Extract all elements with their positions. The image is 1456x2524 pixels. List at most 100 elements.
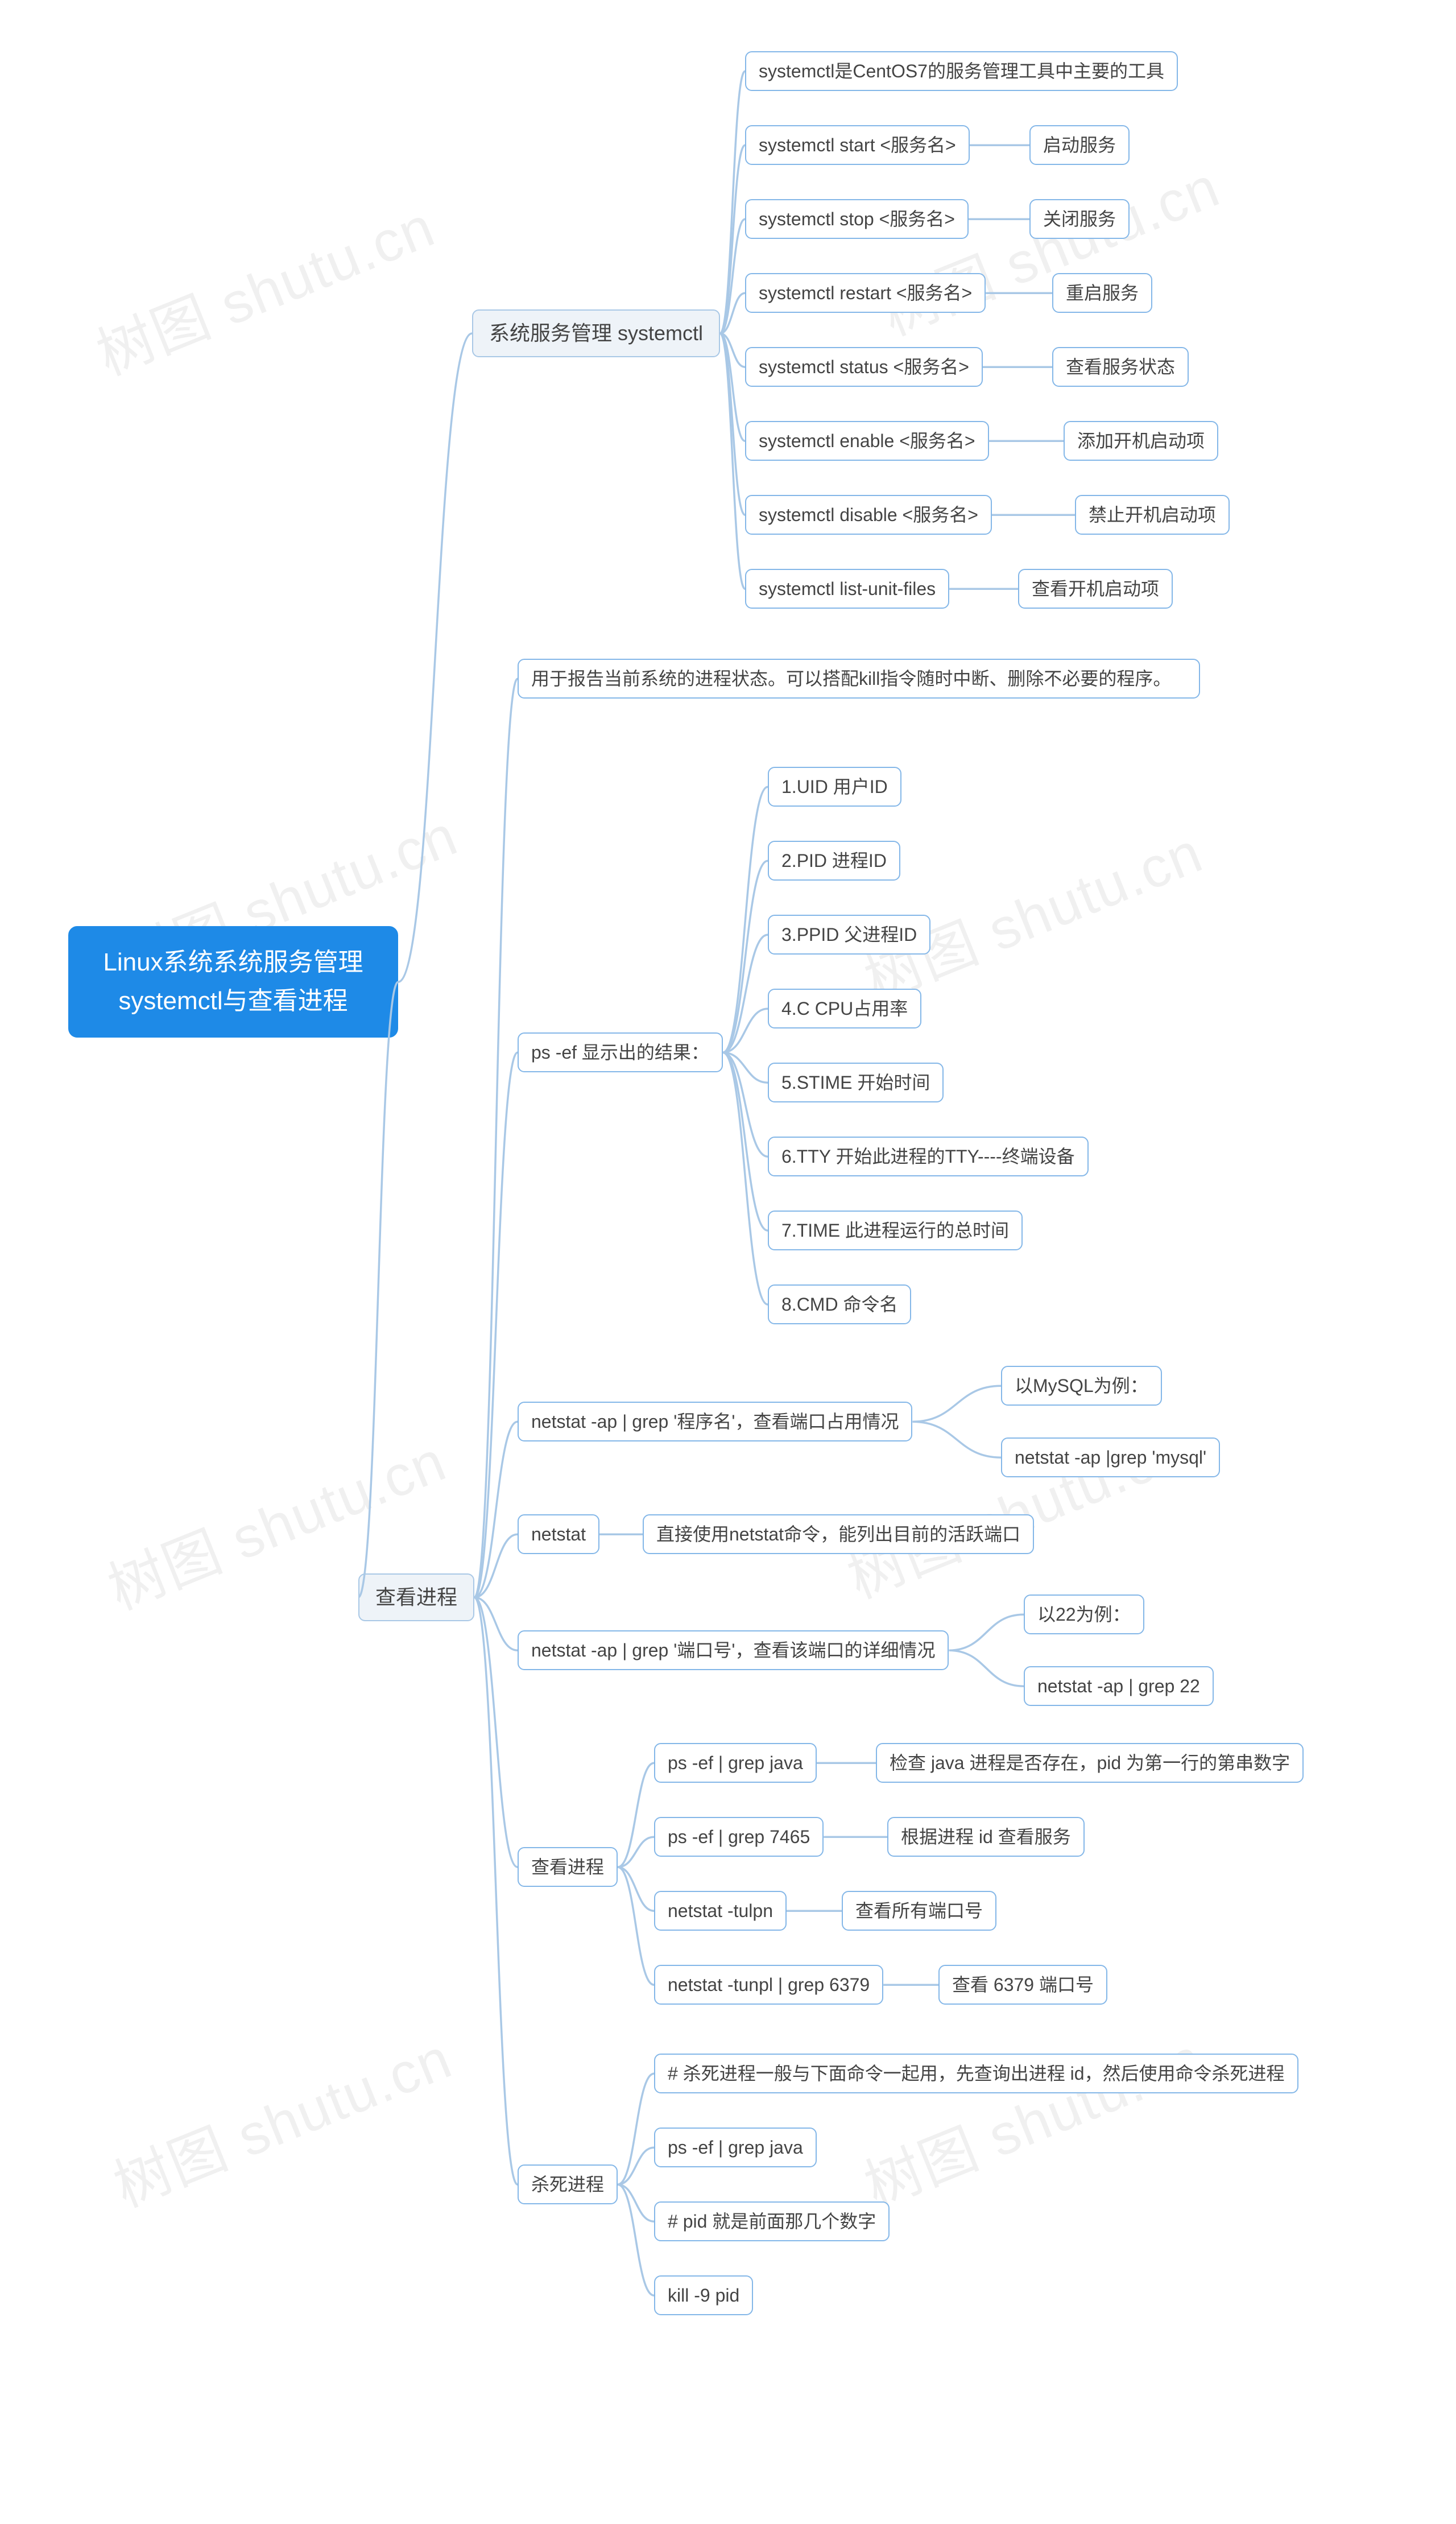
- cmd-label: systemctl restart <服务名>: [759, 280, 972, 306]
- netstat-plain-note: 直接使用netstat命令，能列出目前的活跃端口: [643, 1514, 1034, 1554]
- cmd-label: systemctl stop <服务名>: [759, 206, 955, 232]
- item-label: # 杀死进程一般与下面命令一起用，先查询出进程 id，然后使用命令杀死进程: [668, 2060, 1285, 2087]
- item-label: 检查 java 进程是否存在，pid 为第一行的第串数字: [890, 1750, 1290, 1776]
- item-label: 查看 6379 端口号: [952, 1972, 1094, 1998]
- note-label: 查看服务状态: [1066, 354, 1175, 380]
- item-label: ps -ef | grep 7465: [668, 1824, 810, 1850]
- kp-comment2: # pid 就是前面那几个数字: [654, 2201, 890, 2241]
- cmd-restart: systemctl restart <服务名>: [745, 273, 986, 313]
- note-label: 添加开机启动项: [1077, 428, 1205, 454]
- root-title: Linux系统系统服务管理 systemctl与查看进程: [103, 943, 363, 1021]
- ps-result-pid: 2.PID 进程ID: [768, 841, 900, 881]
- note-stop: 关闭服务: [1029, 199, 1130, 239]
- item-label: netstat -tunpl | grep 6379: [668, 1972, 870, 1998]
- kp-kill: kill -9 pid: [654, 2275, 753, 2315]
- kp-comment1: # 杀死进程一般与下面命令一起用，先查询出进程 id，然后使用命令杀死进程: [654, 2054, 1298, 2093]
- netstat-by-port: netstat -ap | grep '端口号'，查看该端口的详细情况: [518, 1630, 949, 1670]
- vp-tulpn-note: 查看所有端口号: [842, 1891, 996, 1931]
- item-label: 以22为例：: [1037, 1601, 1131, 1627]
- ps-result-tty: 6.TTY 开始此进程的TTY----终端设备: [768, 1137, 1089, 1176]
- view-process-sub: 查看进程: [518, 1847, 618, 1887]
- note-label: 关闭服务: [1043, 206, 1116, 232]
- cmd-listunit: systemctl list-unit-files: [745, 569, 949, 609]
- cmd-label: systemctl disable <服务名>: [759, 502, 978, 528]
- ps-desc: 用于报告当前系统的进程状态。可以搭配kill指令随时中断、删除不必要的程序。: [518, 659, 1200, 699]
- note-enable: 添加开机启动项: [1064, 421, 1218, 461]
- root-node[interactable]: Linux系统系统服务管理 systemctl与查看进程: [68, 926, 398, 1038]
- cmd-label: systemctl list-unit-files: [759, 576, 936, 602]
- netstat-by-name-ex-label: 以MySQL为例：: [1001, 1366, 1162, 1406]
- vp-tulpn-cmd: netstat -tulpn: [654, 1891, 787, 1931]
- branch-systemctl-label: 系统服务管理 systemctl: [489, 319, 703, 348]
- item-label: 8.CMD 命令名: [781, 1291, 897, 1317]
- item-label: netstat: [531, 1521, 586, 1547]
- ps-ef-results-label: ps -ef 显示出的结果：: [531, 1039, 709, 1065]
- item-label: # pid 就是前面那几个数字: [668, 2208, 876, 2234]
- vp-6379-note: 查看 6379 端口号: [938, 1965, 1107, 2005]
- ps-result-cmd: 8.CMD 命令名: [768, 1284, 911, 1324]
- item-label: 查看所有端口号: [855, 1898, 983, 1924]
- ps-result-stime: 5.STIME 开始时间: [768, 1063, 944, 1102]
- cmd-label: systemctl enable <服务名>: [759, 428, 975, 454]
- watermark: 树图 shutu.cn: [851, 2013, 1213, 2223]
- item-label: 查看进程: [531, 1854, 604, 1880]
- cmd-disable: systemctl disable <服务名>: [745, 495, 992, 535]
- systemctl-desc: systemctl是CentOS7的服务管理工具中主要的工具: [745, 51, 1178, 91]
- note-start: 启动服务: [1029, 125, 1130, 165]
- netstat-plain: netstat: [518, 1514, 599, 1554]
- note-label: 禁止开机启动项: [1089, 502, 1216, 528]
- item-label: 5.STIME 开始时间: [781, 1069, 930, 1096]
- vp-6379-cmd: netstat -tunpl | grep 6379: [654, 1965, 883, 2005]
- item-label: netstat -ap |grep 'mysql': [1015, 1444, 1206, 1470]
- ps-result-uid: 1.UID 用户ID: [768, 767, 901, 807]
- kp-grep-java: ps -ef | grep java: [654, 2128, 817, 2167]
- item-label: 1.UID 用户ID: [781, 774, 888, 800]
- note-listunit: 查看开机启动项: [1018, 569, 1173, 609]
- systemctl-desc-text: systemctl是CentOS7的服务管理工具中主要的工具: [759, 58, 1164, 84]
- watermark: 树图 shutu.cn: [851, 807, 1213, 1017]
- item-label: 直接使用netstat命令，能列出目前的活跃端口: [656, 1521, 1020, 1547]
- item-label: 杀死进程: [531, 2171, 604, 2197]
- ps-ef-results: ps -ef 显示出的结果：: [518, 1032, 723, 1072]
- ps-result-ppid: 3.PPID 父进程ID: [768, 915, 930, 955]
- netstat-by-name-label: netstat -ap | grep '程序名'，查看端口占用情况: [531, 1408, 899, 1435]
- ps-desc-text: 用于报告当前系统的进程状态。可以搭配kill指令随时中断、删除不必要的程序。: [531, 666, 1171, 692]
- item-label: ps -ef | grep java: [668, 1750, 803, 1776]
- branch-view-process[interactable]: 查看进程: [358, 1573, 474, 1621]
- item-label: 4.C CPU占用率: [781, 995, 908, 1022]
- note-label: 查看开机启动项: [1032, 576, 1159, 602]
- vp-pid-cmd: ps -ef | grep 7465: [654, 1817, 824, 1857]
- watermark: 树图 shutu.cn: [100, 2013, 462, 2223]
- item-label: kill -9 pid: [668, 2282, 739, 2308]
- netstat-by-name: netstat -ap | grep '程序名'，查看端口占用情况: [518, 1402, 912, 1441]
- branch-view-process-label: 查看进程: [375, 1583, 457, 1612]
- netstat-by-port-ex-cmd: netstat -ap | grep 22: [1024, 1666, 1214, 1706]
- branch-systemctl[interactable]: 系统服务管理 systemctl: [472, 309, 720, 357]
- vp-java-cmd: ps -ef | grep java: [654, 1743, 817, 1783]
- watermark: 树图 shutu.cn: [83, 181, 445, 391]
- note-label: 启动服务: [1043, 132, 1116, 158]
- item-label: 6.TTY 开始此进程的TTY----终端设备: [781, 1143, 1075, 1170]
- cmd-status: systemctl status <服务名>: [745, 347, 983, 387]
- item-label: 3.PPID 父进程ID: [781, 922, 917, 948]
- note-status: 查看服务状态: [1052, 347, 1189, 387]
- item-label: 2.PID 进程ID: [781, 848, 887, 874]
- note-label: 重启服务: [1066, 280, 1139, 306]
- note-restart: 重启服务: [1052, 273, 1152, 313]
- note-disable: 禁止开机启动项: [1075, 495, 1230, 535]
- ps-result-time: 7.TIME 此进程运行的总时间: [768, 1211, 1023, 1250]
- item-label: 根据进程 id 查看服务: [901, 1824, 1071, 1850]
- item-label: 以MySQL为例：: [1015, 1373, 1148, 1399]
- item-label: netstat -tulpn: [668, 1898, 773, 1924]
- cmd-start: systemctl start <服务名>: [745, 125, 970, 165]
- cmd-label: systemctl status <服务名>: [759, 354, 969, 380]
- netstat-by-name-ex-cmd: netstat -ap |grep 'mysql': [1001, 1437, 1220, 1477]
- item-label: ps -ef | grep java: [668, 2134, 803, 2161]
- cmd-enable: systemctl enable <服务名>: [745, 421, 989, 461]
- item-label: netstat -ap | grep '端口号'，查看该端口的详细情况: [531, 1637, 935, 1663]
- watermark: 树图 shutu.cn: [868, 141, 1230, 352]
- vp-pid-note: 根据进程 id 查看服务: [887, 1817, 1085, 1857]
- kill-process-sub: 杀死进程: [518, 2164, 618, 2204]
- vp-java-note: 检查 java 进程是否存在，pid 为第一行的第串数字: [876, 1743, 1304, 1783]
- item-label: 7.TIME 此进程运行的总时间: [781, 1217, 1009, 1244]
